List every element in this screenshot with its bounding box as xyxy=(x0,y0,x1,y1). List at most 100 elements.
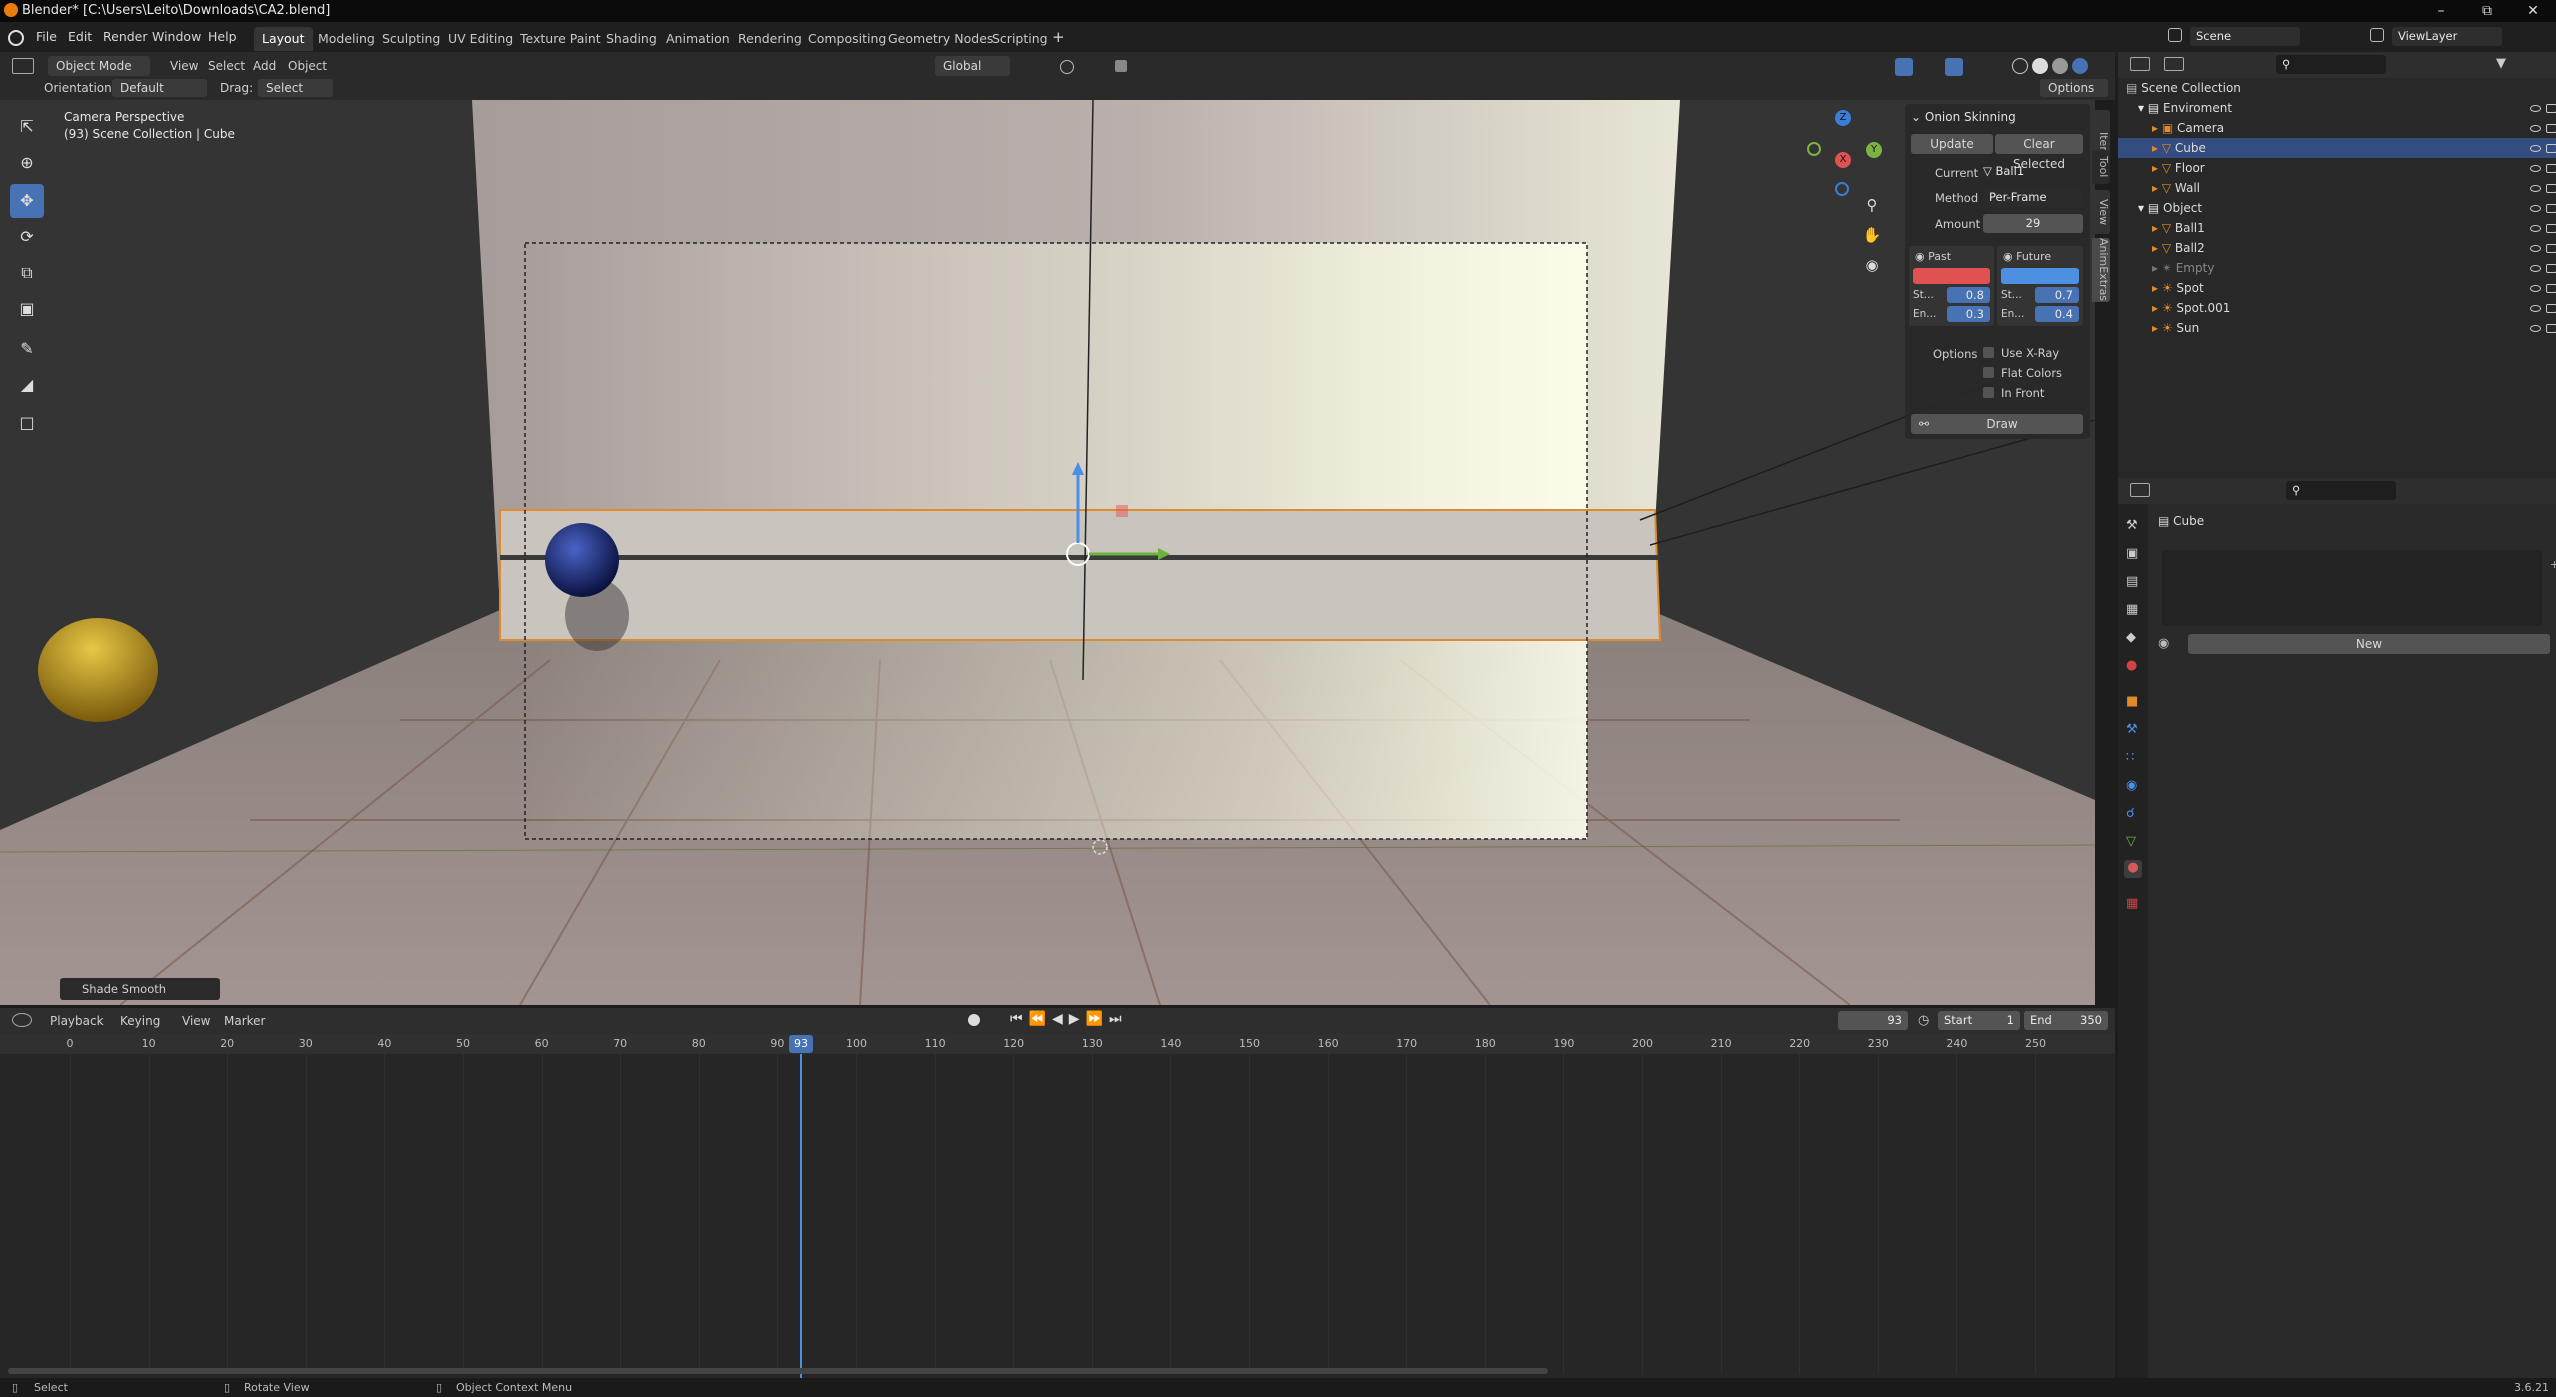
playback-controls[interactable]: ⏮⏪◀▶⏩⏭ xyxy=(1010,1011,1128,1027)
outliner-row-enviroment[interactable]: ▾ ▤ Enviroment xyxy=(2118,98,2556,118)
current-frame-field[interactable]: 93 xyxy=(1838,1011,1908,1030)
outliner-row-empty[interactable]: ▸ ✴ Empty xyxy=(2118,258,2556,278)
editor-type-icon[interactable] xyxy=(12,58,34,74)
in-front-checkbox[interactable] xyxy=(1983,387,1994,398)
camera-view-icon[interactable]: ◉ xyxy=(1862,256,1882,276)
render-camera-icon[interactable] xyxy=(2546,224,2556,233)
tab-modeling[interactable]: Modeling xyxy=(310,27,383,51)
material-shading-icon[interactable] xyxy=(2052,58,2068,74)
gizmo-x-icon[interactable]: X xyxy=(1835,152,1851,168)
menu-playback[interactable]: Playback xyxy=(50,1014,104,1028)
future-end-field[interactable]: 0.4 xyxy=(2035,306,2079,322)
wireframe-shading-icon[interactable] xyxy=(2012,58,2028,74)
measure-tool-icon[interactable]: ◢ xyxy=(10,368,44,402)
gizmo-neg-z-icon[interactable] xyxy=(1835,182,1849,196)
tab-scripting[interactable]: Scripting xyxy=(984,27,1056,51)
future-start-field[interactable]: 0.7 xyxy=(2035,287,2079,303)
outliner-row-spot-001[interactable]: ▸ ☀ Spot.001 xyxy=(2118,298,2556,318)
3d-viewport[interactable]: Camera Perspective (93) Scene Collection… xyxy=(0,100,2095,1005)
properties-editor-icon[interactable] xyxy=(2130,483,2150,497)
menu-marker[interactable]: Marker xyxy=(224,1014,265,1028)
add-slot-icon[interactable]: + xyxy=(2550,558,2556,571)
tab-shading[interactable]: Shading xyxy=(598,27,665,51)
method-selector[interactable]: Per-Frame xyxy=(1983,188,2083,207)
visibility-eye-icon[interactable] xyxy=(2530,185,2541,192)
visibility-eye-icon[interactable] xyxy=(2530,125,2541,132)
visibility-eye-icon[interactable] xyxy=(2530,105,2541,112)
render-camera-icon[interactable] xyxy=(2546,164,2556,173)
scale-tool-icon[interactable]: ⧉ xyxy=(10,256,44,290)
visibility-eye-icon[interactable] xyxy=(2530,165,2541,172)
current-object[interactable]: ▽ Ball1 xyxy=(1983,164,2024,178)
outliner-row-sun[interactable]: ▸ ☀ Sun xyxy=(2118,318,2556,338)
menu-help[interactable]: Help xyxy=(208,29,237,44)
outliner-row-cube[interactable]: ▸ ▽ Cube xyxy=(2118,138,2556,158)
modifier-tab-icon[interactable]: ⚒ xyxy=(2126,722,2138,737)
tool-tab-icon[interactable]: ⚒ xyxy=(2126,518,2138,533)
outliner-row-ball1[interactable]: ▸ ▽ Ball1 xyxy=(2118,218,2556,238)
menu-select[interactable]: Select xyxy=(208,59,245,73)
gizmo-y-icon[interactable]: Y xyxy=(1866,142,1882,158)
visibility-eye-icon[interactable] xyxy=(2530,205,2541,212)
blender-menu-icon[interactable] xyxy=(8,30,24,46)
visibility-eye-icon[interactable] xyxy=(2530,225,2541,232)
close-button[interactable]: ✕ xyxy=(2510,0,2556,22)
visibility-eye-icon[interactable] xyxy=(2530,245,2541,252)
material-tab-icon[interactable]: ● xyxy=(2124,860,2142,878)
object-tab-icon[interactable]: ■ xyxy=(2126,694,2138,709)
tab-sculpting[interactable]: Sculpting xyxy=(374,27,448,51)
cursor-tool-icon[interactable]: ⊕ xyxy=(10,146,44,180)
filter-icon[interactable]: ▼ xyxy=(2496,56,2506,71)
view-layer-selector[interactable]: ViewLayer xyxy=(2392,27,2502,46)
menu-render[interactable]: Render xyxy=(103,29,148,44)
use-xray-checkbox[interactable] xyxy=(1983,347,1994,358)
sidebar-tab-tool[interactable]: Tool xyxy=(2092,150,2110,184)
render-camera-icon[interactable] xyxy=(2546,284,2556,293)
annotate-tool-icon[interactable]: ✎ xyxy=(10,332,44,366)
zoom-icon[interactable]: ⚲ xyxy=(1862,196,1882,216)
render-camera-icon[interactable] xyxy=(2546,104,2556,113)
material-slot-list[interactable] xyxy=(2162,550,2542,626)
rotate-tool-icon[interactable]: ⟳ xyxy=(10,220,44,254)
visibility-eye-icon[interactable] xyxy=(2530,305,2541,312)
outliner-row-spot[interactable]: ▸ ☀ Spot xyxy=(2118,278,2556,298)
record-icon[interactable] xyxy=(968,1014,980,1026)
tab-animation[interactable]: Animation xyxy=(658,27,738,51)
scene-tab-icon[interactable]: ◆ xyxy=(2126,630,2136,645)
visibility-eye-icon[interactable] xyxy=(2530,285,2541,292)
drag-selector[interactable]: Select Box xyxy=(258,79,333,113)
particles-tab-icon[interactable]: ∷ xyxy=(2126,750,2134,765)
playhead-line[interactable] xyxy=(800,1054,802,1380)
timeline-editor-icon[interactable] xyxy=(12,1013,32,1027)
tab-uv-editing[interactable]: UV Editing xyxy=(440,27,521,51)
menu-window[interactable]: Window xyxy=(152,29,201,44)
display-mode-icon[interactable] xyxy=(2164,57,2184,71)
world-tab-icon[interactable]: ● xyxy=(2126,658,2137,673)
flat-colors-checkbox[interactable] xyxy=(1983,367,1994,378)
overlay-toggle-icon[interactable] xyxy=(1945,58,1963,76)
clear-selected-button[interactable]: Clear Selected xyxy=(1995,134,2083,171)
timeline-editor[interactable]: Playback Keying View Marker ⏮⏪◀▶⏩⏭ 93 ◷ … xyxy=(0,1008,2115,1380)
new-material-button[interactable]: New xyxy=(2188,634,2550,654)
render-camera-icon[interactable] xyxy=(2546,184,2556,193)
render-camera-icon[interactable] xyxy=(2546,304,2556,313)
tab-rendering[interactable]: Rendering xyxy=(730,27,810,51)
menu-object[interactable]: Object xyxy=(288,59,327,73)
rendered-shading-icon[interactable] xyxy=(2072,58,2088,74)
outliner-root[interactable]: ▤ Scene Collection xyxy=(2118,78,2556,98)
move-tool-icon[interactable]: ✥ xyxy=(10,184,44,218)
select-tool-icon[interactable]: ⇱ xyxy=(10,110,44,144)
sidebar-tab-view[interactable]: View xyxy=(2092,190,2110,234)
end-field[interactable]: End 350 xyxy=(2024,1011,2108,1030)
update-button[interactable]: Update xyxy=(1911,134,1993,154)
timeline-scrollbar[interactable] xyxy=(8,1368,1548,1374)
outliner-row-object[interactable]: ▾ ▤ Object xyxy=(2118,198,2556,218)
outliner-row-floor[interactable]: ▸ ▽ Floor xyxy=(2118,158,2556,178)
outliner-search-input[interactable]: ⚲ xyxy=(2276,55,2386,74)
last-operator-panel[interactable]: Shade Smooth xyxy=(60,978,220,1000)
past-color-swatch[interactable] xyxy=(1913,268,1990,284)
render-camera-icon[interactable] xyxy=(2546,324,2556,333)
transform-tool-icon[interactable]: ▣ xyxy=(10,292,44,326)
sidebar-tab-animextras[interactable]: AnimExtras xyxy=(2092,238,2110,302)
gizmo-neg-y-icon[interactable] xyxy=(1807,142,1821,156)
